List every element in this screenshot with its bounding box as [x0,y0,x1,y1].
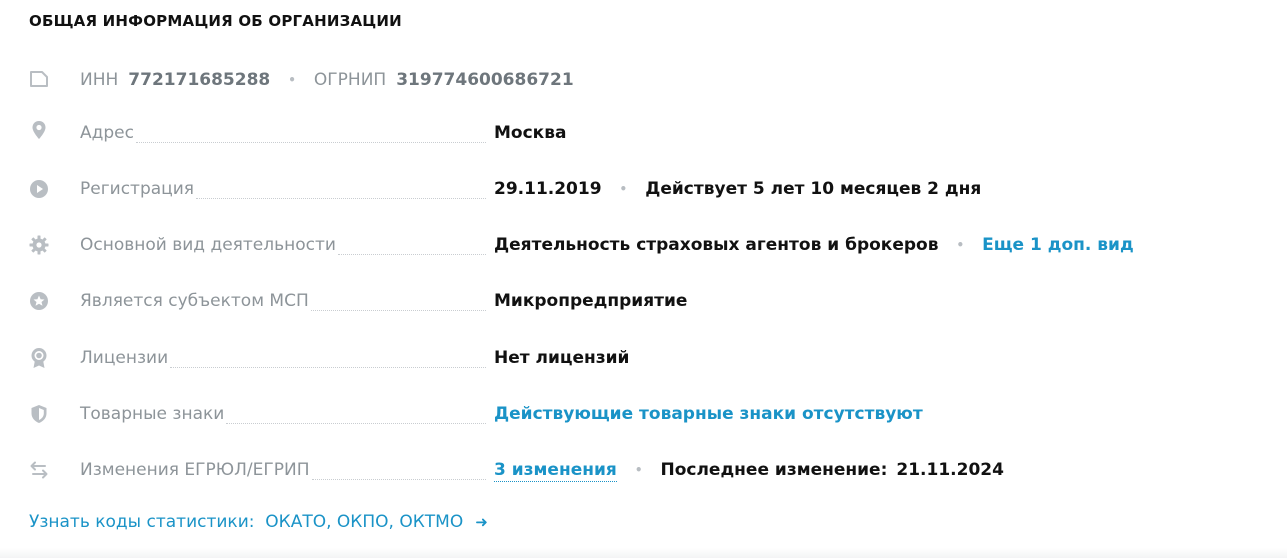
ids-row: ИНН 772171685288 • ОГРНИП 31977460068672… [0,64,700,96]
statistics-codes-link[interactable]: Узнать коды статистики: ОКАТО, ОКПО, ОКТ… [29,512,488,532]
location-pin-icon [29,120,49,140]
changes-label: Изменения ЕГРЮЛ/ЕГРИП [80,460,310,480]
arrow-right-icon: ➜ [475,513,488,531]
gear-icon [29,235,49,255]
trademarks-link[interactable]: Действующие товарные знаки отсутствуют [494,404,923,424]
registration-date: 29.11.2019 [494,179,602,199]
separator-dot: • [619,182,628,196]
ogrnip-value: 319774600686721 [396,70,574,90]
dotted-leader [226,405,486,424]
section-title: ОБЩАЯ ИНФОРМАЦИЯ ОБ ОРГАНИЗАЦИИ [29,12,402,30]
swap-arrows-icon [29,460,49,480]
inn-label: ИНН [80,70,119,90]
sme-label: Является субъектом МСП [80,291,309,311]
separator-dot: • [288,73,296,87]
award-icon [29,348,49,368]
more-activities-link[interactable]: Еще 1 доп. вид [982,235,1134,255]
address-value: Москва [494,123,567,143]
statistics-codes-text: Узнать коды статистики: ОКАТО, ОКПО, ОКТ… [29,512,464,532]
inn-value: 772171685288 [128,70,271,90]
separator-dot: • [634,463,643,477]
sme-row: Является субъектом МСП Микропредприятие [0,285,1287,325]
dotted-leader [311,461,486,480]
licenses-value: Нет лицензий [494,348,630,368]
trademarks-row: Товарные знаки Действующие товарные знак… [0,398,1287,438]
activity-value: Деятельность страховых агентов и брокеро… [494,235,939,255]
separator-dot: • [956,238,965,252]
dotted-leader [196,180,486,199]
activity-label: Основной вид деятельности [80,235,336,255]
dotted-leader [337,236,486,255]
card-icon [29,69,49,89]
dotted-leader [170,349,486,368]
licenses-row: Лицензии Нет лицензий [0,342,1287,382]
shield-icon [29,404,49,424]
changes-row: Изменения ЕГРЮЛ/ЕГРИП 3 изменения • Посл… [0,454,1287,494]
changes-count-link[interactable]: 3 изменения [494,459,617,482]
play-circle-icon [29,179,49,199]
last-change-date: 21.11.2024 [896,460,1004,480]
registration-duration: Действует 5 лет 10 месяцев 2 дня [645,179,982,199]
dotted-leader [310,292,486,311]
registration-row: Регистрация 29.11.2019 • Действует 5 лет… [0,173,1287,213]
address-label: Адрес [80,123,134,143]
address-row: Адрес Москва [0,117,1287,157]
sme-value: Микропредприятие [494,291,688,311]
bottom-divider [0,548,1287,558]
star-circle-icon [29,291,49,311]
licenses-label: Лицензии [80,348,169,368]
ogrnip-label: ОГРНИП [313,70,387,90]
dotted-leader [135,124,486,143]
trademarks-label: Товарные знаки [80,404,225,424]
last-change-label: Последнее изменение: [660,460,888,480]
activity-row: Основной вид деятельности Деятельность с… [0,229,1287,269]
registration-label: Регистрация [80,179,194,199]
